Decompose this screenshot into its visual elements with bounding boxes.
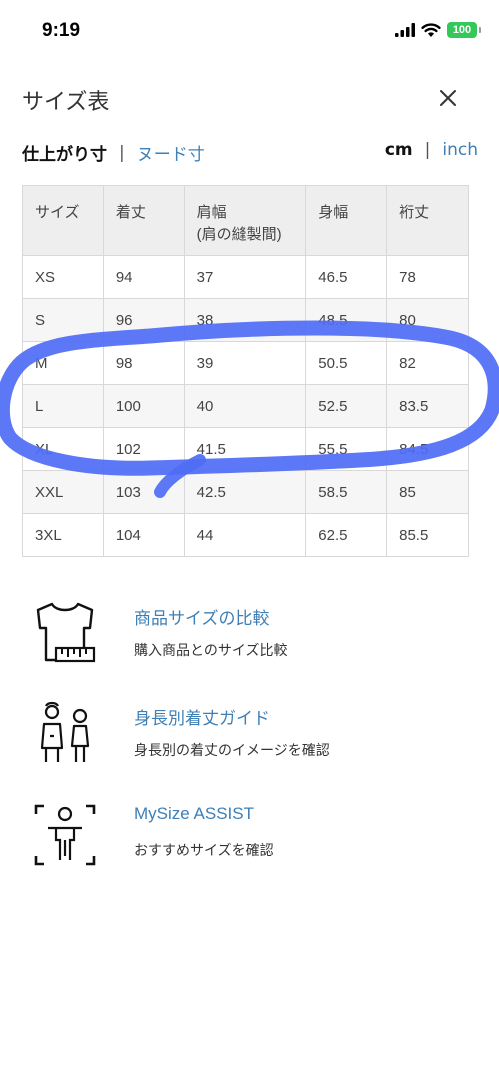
table-cell: 82 — [386, 341, 469, 385]
table-cell: 84.5 — [386, 427, 469, 471]
table-cell: 42.5 — [183, 470, 307, 514]
table-cell: 37 — [183, 255, 307, 299]
table-header-row: サイズ 着丈 肩幅 (肩の縫製間) 身幅 裄丈 — [22, 185, 469, 256]
people-height-icon — [40, 701, 90, 762]
table-row: S 96 38 48.5 80 — [22, 298, 469, 342]
table-row: M 98 39 50.5 82 — [22, 341, 469, 385]
mysize-assist-link[interactable]: MySize ASSIST おすすめサイズを確認 — [30, 800, 470, 870]
status-icons: 100 — [395, 22, 481, 38]
table-cell: 55.5 — [305, 427, 388, 471]
table-cell: 94 — [102, 255, 185, 299]
table-cell: 85.5 — [386, 513, 469, 557]
table-cell: 46.5 — [305, 255, 388, 299]
tab-body-size[interactable]: ヌード寸 — [137, 140, 205, 165]
unit-cm[interactable]: cm — [385, 140, 413, 160]
table-cell: 80 — [386, 298, 469, 342]
divider: | — [119, 142, 125, 163]
table-cell: XXL — [22, 470, 104, 514]
table-cell: 104 — [102, 513, 185, 557]
size-comparison-title[interactable]: 商品サイズの比較 — [134, 604, 270, 629]
table-cell: 100 — [102, 384, 185, 428]
header-chest: 身幅 — [305, 185, 388, 256]
page-title: サイズ表 — [22, 90, 110, 115]
tab-finished-size[interactable]: 仕上がり寸 — [22, 140, 107, 165]
table-cell: 44 — [183, 513, 307, 557]
close-icon[interactable] — [436, 86, 460, 110]
table-cell: 38 — [183, 298, 307, 342]
table-cell: M — [22, 341, 104, 385]
table-cell: 62.5 — [305, 513, 388, 557]
battery-icon: 100 — [447, 22, 481, 38]
table-cell: 85 — [386, 470, 469, 514]
header-size: サイズ — [22, 185, 104, 256]
signal-icon — [395, 23, 415, 37]
table-cell: 41.5 — [183, 427, 307, 471]
table-cell: 58.5 — [305, 470, 388, 514]
header-shoulder-note: (肩の縫製間) — [196, 226, 282, 243]
size-table: サイズ 着丈 肩幅 (肩の縫製間) 身幅 裄丈 XS 94 37 46.5 78 … — [22, 185, 469, 557]
size-comparison-subtitle: 購入商品とのサイズ比較 — [134, 643, 288, 659]
table-cell: 48.5 — [305, 298, 388, 342]
table-cell: 98 — [102, 341, 185, 385]
wifi-icon — [421, 22, 441, 37]
table-cell: XL — [22, 427, 104, 471]
mysize-assist-subtitle: おすすめサイズを確認 — [134, 843, 274, 859]
height-length-guide-link[interactable]: 身長別着丈ガイド 身長別の着丈のイメージを確認 — [30, 700, 470, 770]
table-cell: 3XL — [22, 513, 104, 557]
table-cell: XS — [22, 255, 104, 299]
status-time: 9:19 — [42, 20, 81, 41]
table-cell: 102 — [102, 427, 185, 471]
divider: | — [424, 140, 431, 160]
tshirt-ruler-icon — [36, 602, 96, 663]
table-row: 3XL 104 44 62.5 85.5 — [22, 513, 469, 557]
table-cell: 40 — [183, 384, 307, 428]
table-cell: 50.5 — [305, 341, 388, 385]
table-row: XXL 103 42.5 58.5 85 — [22, 470, 469, 514]
table-row: XL 102 41.5 55.5 84.5 — [22, 427, 469, 471]
body-scan-icon — [34, 804, 96, 866]
status-bar: 9:19 100 — [0, 0, 499, 62]
header-sleeve: 裄丈 — [386, 185, 469, 256]
table-cell: 78 — [386, 255, 469, 299]
table-row: L 100 40 52.5 83.5 — [22, 384, 469, 428]
mysize-assist-title[interactable]: MySize ASSIST — [134, 804, 254, 824]
table-cell: 83.5 — [386, 384, 469, 428]
battery-level: 100 — [452, 24, 472, 36]
table-cell: 39 — [183, 341, 307, 385]
height-length-guide-title[interactable]: 身長別着丈ガイド — [134, 704, 270, 729]
table-cell: 103 — [102, 470, 185, 514]
table-cell: S — [22, 298, 104, 342]
table-cell: 96 — [102, 298, 185, 342]
header-shoulder: 肩幅 (肩の縫製間) — [183, 185, 307, 256]
table-cell: 52.5 — [305, 384, 388, 428]
height-length-guide-subtitle: 身長別の着丈のイメージを確認 — [134, 743, 330, 759]
unit-inch[interactable]: inch — [442, 140, 478, 160]
table-cell: L — [22, 384, 104, 428]
table-row: XS 94 37 46.5 78 — [22, 255, 469, 299]
header-shoulder-label: 肩幅 — [196, 204, 227, 221]
measure-toggle-bar: 仕上がり寸 | ヌード寸 cm | inch — [22, 140, 478, 166]
header-length: 着丈 — [102, 185, 185, 256]
size-comparison-link[interactable]: 商品サイズの比較 購入商品とのサイズ比較 — [30, 600, 470, 670]
